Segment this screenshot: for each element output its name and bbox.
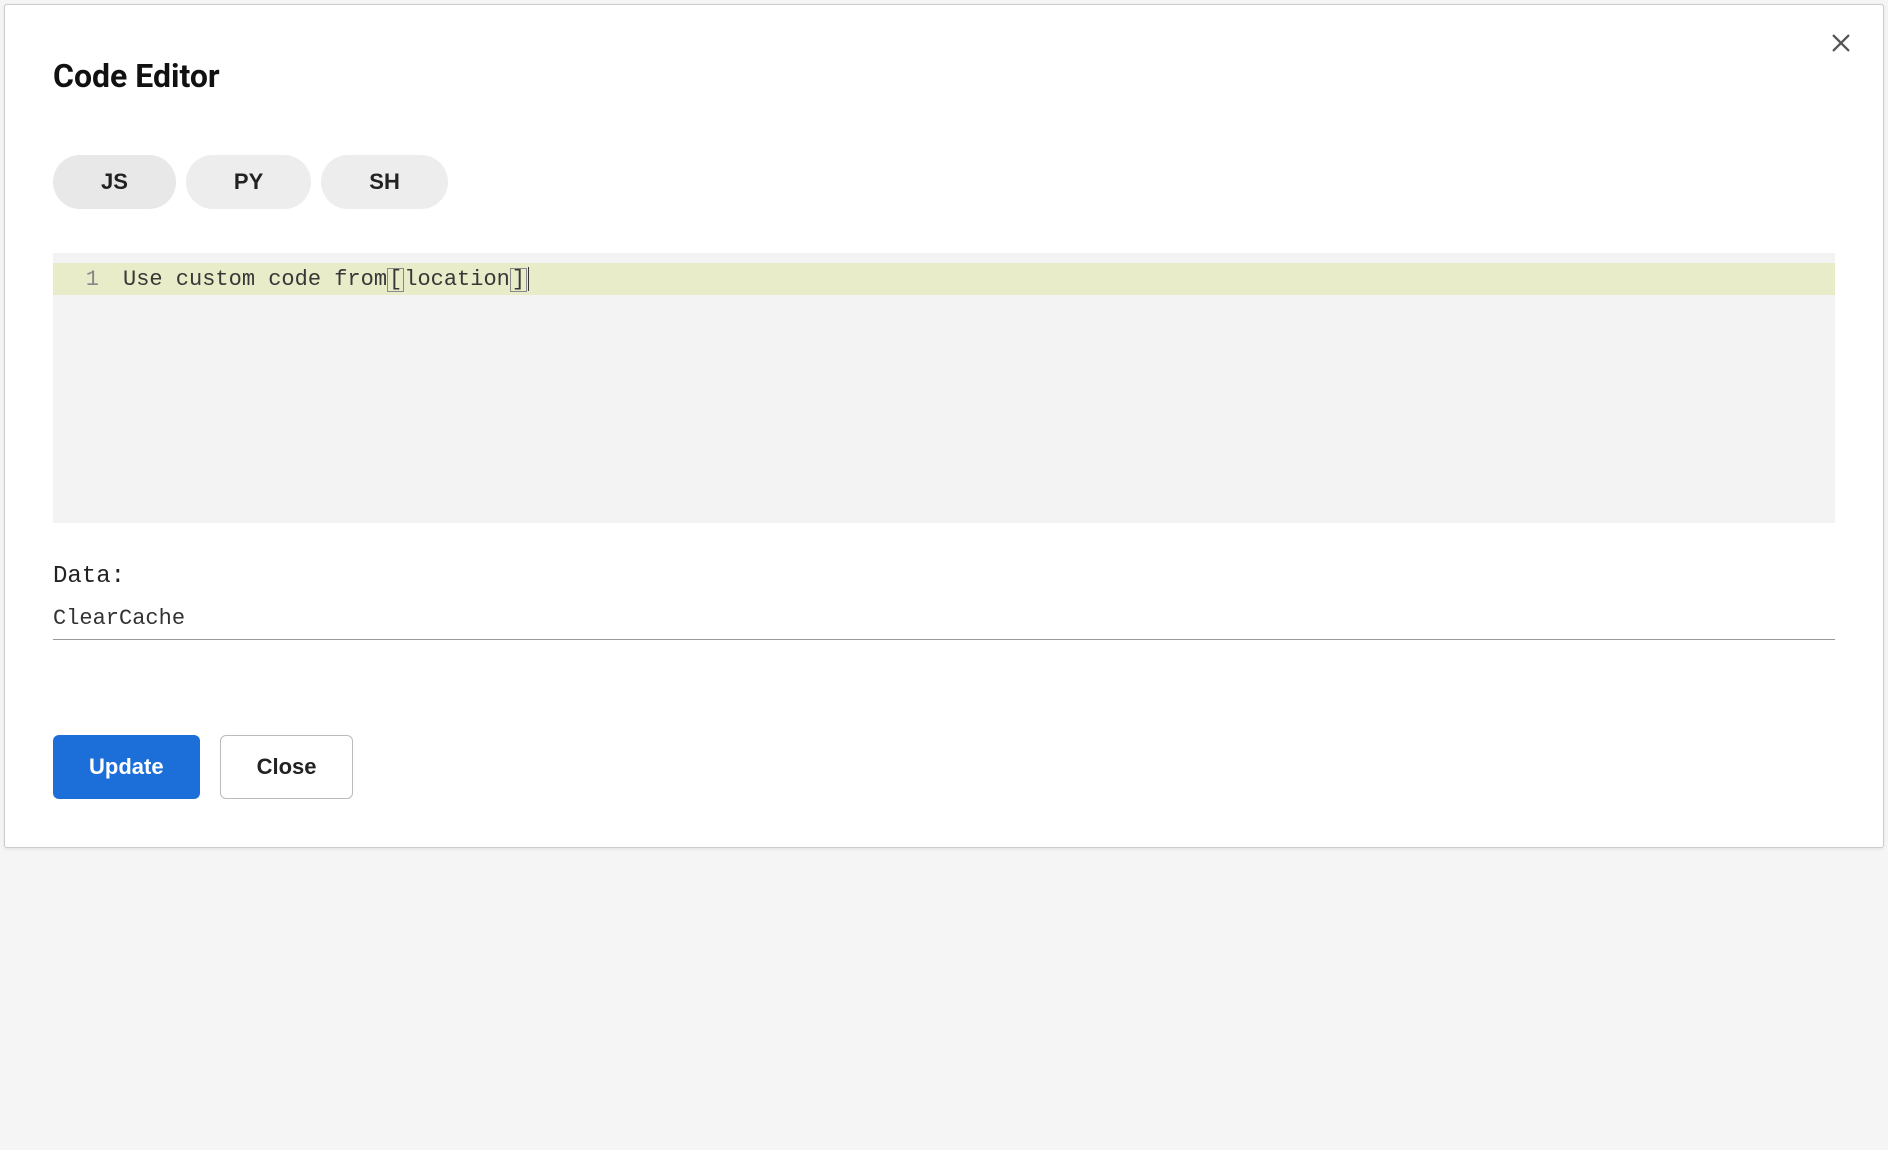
data-input[interactable] <box>53 600 1835 640</box>
modal-title: Code Editor <box>53 57 1835 95</box>
update-button[interactable]: Update <box>53 735 200 799</box>
bracket-close: ] <box>510 268 527 292</box>
code-editor-modal: Code Editor JS PY SH 1 Use custom code f… <box>4 4 1884 848</box>
code-editor[interactable]: 1 Use custom code from[location] <box>53 253 1835 523</box>
tab-sh[interactable]: SH <box>321 155 448 209</box>
tab-py[interactable]: PY <box>186 155 311 209</box>
modal-footer: Update Close <box>53 735 353 799</box>
tab-js[interactable]: JS <box>53 155 176 209</box>
close-icon[interactable] <box>1823 25 1859 61</box>
code-content: Use custom code from[location] <box>123 267 529 292</box>
line-number: 1 <box>53 267 123 292</box>
code-token: location <box>404 267 510 292</box>
code-line[interactable]: 1 Use custom code from[location] <box>53 263 1835 295</box>
data-label: Data: <box>53 563 1835 590</box>
close-button[interactable]: Close <box>220 735 354 799</box>
cursor-icon <box>528 267 529 291</box>
language-tabs: JS PY SH <box>53 155 1835 209</box>
bracket-open: [ <box>387 268 404 292</box>
data-section: Data: <box>53 563 1835 640</box>
